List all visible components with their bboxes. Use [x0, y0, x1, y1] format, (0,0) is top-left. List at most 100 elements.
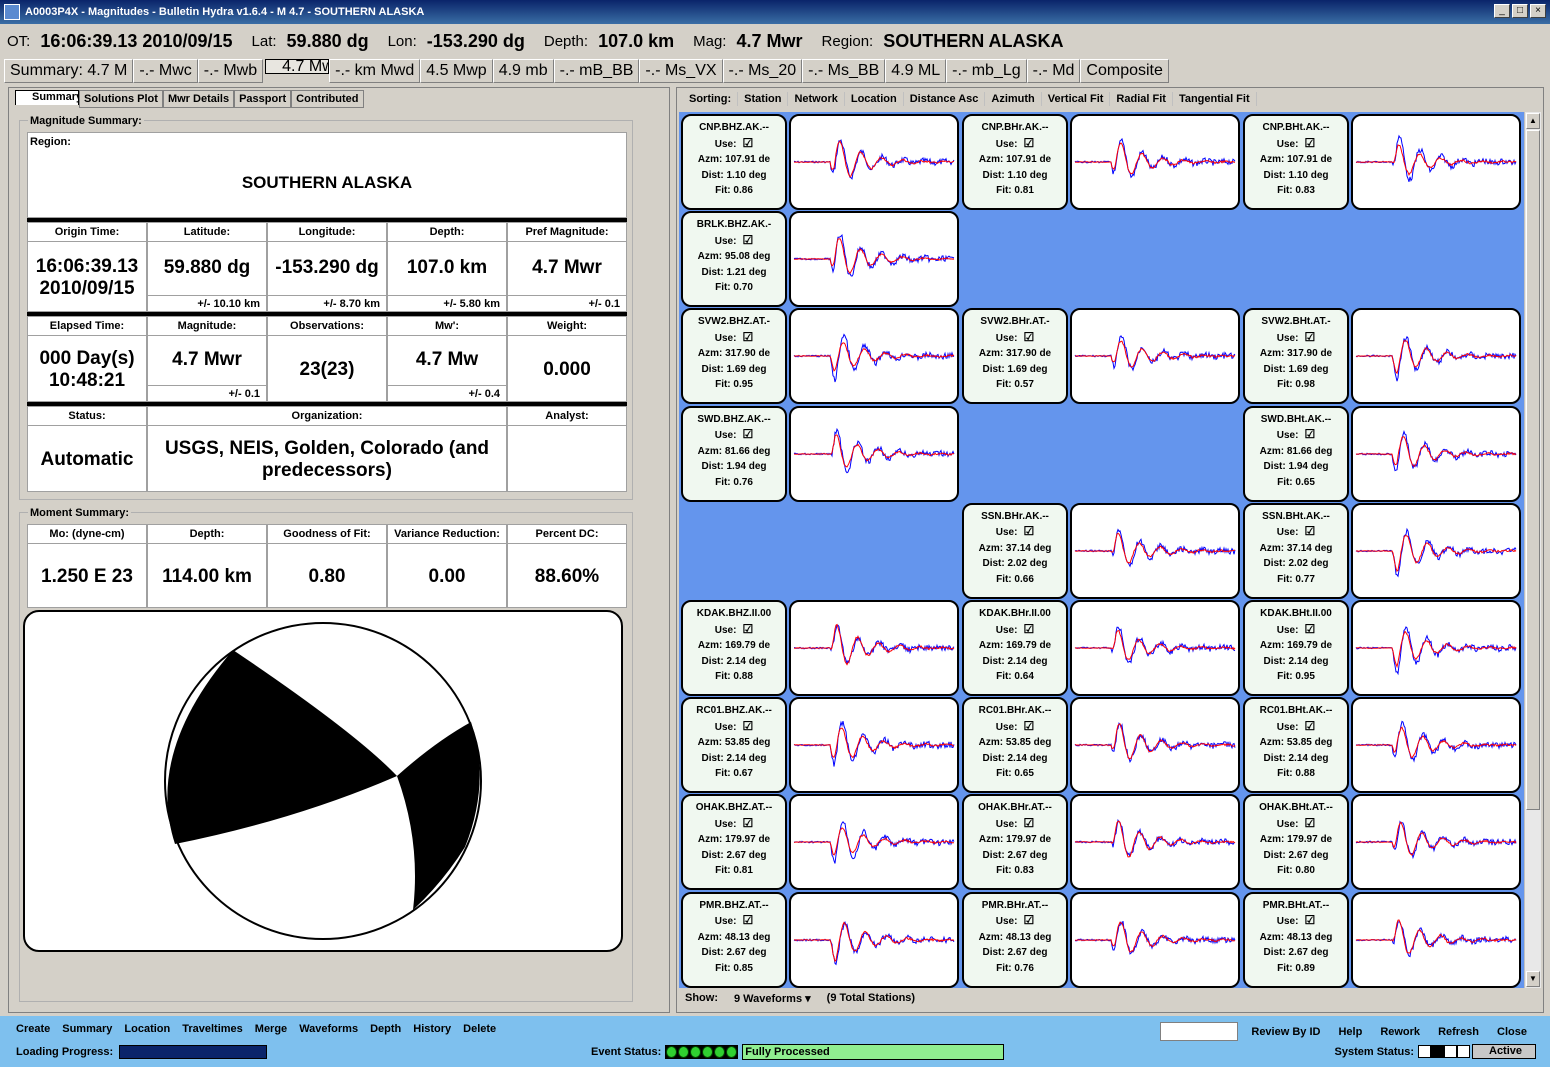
bottom-right-item[interactable]: Help	[1329, 1026, 1371, 1038]
bottom-menu-item[interactable]: Summary	[56, 1022, 118, 1036]
bottom-right-item[interactable]: Close	[1488, 1026, 1536, 1038]
use-checkbox[interactable]: ☑	[1023, 816, 1034, 830]
waveform-plot[interactable]	[789, 114, 959, 210]
magnitude-tab[interactable]: -.- Ms_VX	[639, 59, 723, 83]
station-card[interactable]: KDAK.BHr.II.00 Use: ☑ Azm: 169.79 de Dist: 2…	[962, 600, 1068, 696]
waveform-plot[interactable]	[1351, 891, 1521, 988]
sort-option[interactable]: Network	[788, 92, 845, 106]
use-checkbox[interactable]: ☑	[1304, 524, 1315, 538]
sort-option[interactable]: Location	[845, 92, 904, 106]
station-card[interactable]: OHAK.BHt.AT.-- Use: ☑ Azm: 179.97 de Dist: 2…	[1243, 794, 1349, 891]
bottom-menu-item[interactable]: Create	[10, 1022, 56, 1036]
waveform-plot[interactable]	[789, 794, 959, 891]
station-card[interactable]: SSN.BHt.AK.-- Use: ☑ Azm: 37.14 deg Dist: 2.…	[1243, 502, 1349, 599]
waveform-plot[interactable]	[1070, 308, 1240, 405]
bottom-menu-item[interactable]: Depth	[364, 1022, 407, 1036]
scroll-up-icon[interactable]: ▲	[1526, 113, 1540, 129]
magnitude-tab[interactable]: -.- Ms_20	[722, 59, 803, 83]
use-checkbox[interactable]: ☑	[742, 913, 753, 927]
summary-subtab[interactable]: Summary	[15, 90, 82, 105]
waveforms-dropdown[interactable]: 9 Waveforms ▾	[734, 992, 811, 1005]
station-card[interactable]: SVW2.BHZ.AT.- Use: ☑ Azm: 317.90 de Dist: 1.…	[681, 308, 787, 405]
waveform-plot[interactable]	[789, 891, 959, 988]
use-checkbox[interactable]: ☑	[742, 816, 753, 830]
station-card[interactable]: BRLK.BHZ.AK.- Use: ☑ Azm: 95.08 deg Dist: 1.…	[681, 211, 787, 308]
waveform-plot[interactable]	[1351, 600, 1521, 696]
magnitude-tab[interactable]: -.- mb_Lg	[946, 59, 1027, 83]
use-checkbox[interactable]: ☑	[742, 622, 753, 636]
station-card[interactable]: SVW2.BHt.AT.- Use: ☑ Azm: 317.90 de Dist: 1.…	[1243, 308, 1349, 405]
waveform-plot[interactable]	[1070, 502, 1240, 599]
magnitude-tab[interactable]: 4.5 Mwp	[420, 59, 493, 83]
station-card[interactable]: PMR.BHt.AT.-- Use: ☑ Azm: 48.13 deg Dist: 2.…	[1243, 891, 1349, 988]
magnitude-tab[interactable]: -.- km Mwd	[329, 59, 421, 83]
station-card[interactable]: CNP.BHr.AK.-- Use: ☑ Azm: 107.91 de Dist: 1.…	[962, 114, 1068, 210]
magnitude-tab[interactable]: -.- Ms_BB	[802, 59, 886, 83]
station-card[interactable]: KDAK.BHZ.II.00 Use: ☑ Azm: 169.79 de Dist: 2…	[681, 600, 787, 696]
use-checkbox[interactable]: ☑	[1304, 719, 1315, 733]
sort-option[interactable]: Station	[738, 92, 789, 106]
minimize-button[interactable]: _	[1494, 4, 1510, 18]
bottom-menu-item[interactable]: History	[407, 1022, 457, 1036]
magnitude-tab[interactable]: Composite	[1080, 59, 1169, 83]
waveform-plot[interactable]	[789, 211, 959, 308]
use-checkbox[interactable]: ☑	[1304, 913, 1315, 927]
station-card[interactable]: SVW2.BHr.AT.- Use: ☑ Azm: 317.90 de Dist: 1.…	[962, 308, 1068, 405]
sort-option[interactable]: Azimuth	[985, 92, 1042, 106]
summary-subtab[interactable]: Passport	[234, 90, 292, 108]
bottom-menu-item[interactable]: Traveltimes	[176, 1022, 249, 1036]
waveform-plot[interactable]	[789, 308, 959, 405]
waveform-plot[interactable]	[1070, 891, 1240, 988]
review-id-input[interactable]	[1160, 1022, 1239, 1041]
waveform-plot[interactable]	[789, 697, 959, 794]
use-checkbox[interactable]: ☑	[1304, 136, 1315, 150]
use-checkbox[interactable]: ☑	[1304, 622, 1315, 636]
bottom-menu-item[interactable]: Delete	[457, 1022, 502, 1036]
station-card[interactable]: KDAK.BHt.II.00 Use: ☑ Azm: 169.79 de Dist: 2…	[1243, 600, 1349, 696]
station-card[interactable]: CNP.BHt.AK.-- Use: ☑ Azm: 107.91 de Dist: 1.…	[1243, 114, 1349, 210]
summary-subtab[interactable]: Mwr Details	[162, 90, 235, 108]
use-checkbox[interactable]: ☑	[742, 427, 753, 441]
use-checkbox[interactable]: ☑	[1304, 330, 1315, 344]
magnitude-tab[interactable]: -.- Mwb	[197, 59, 264, 83]
bottom-right-item[interactable]: Refresh	[1429, 1026, 1488, 1038]
close-window-button[interactable]: ×	[1530, 4, 1546, 18]
station-card[interactable]: OHAK.BHZ.AT.-- Use: ☑ Azm: 179.97 de Dist: 2…	[681, 794, 787, 891]
waveform-plot[interactable]	[789, 405, 959, 502]
use-checkbox[interactable]: ☑	[1023, 719, 1034, 733]
station-card[interactable]: PMR.BHZ.AT.-- Use: ☑ Azm: 48.13 deg Dist: 2.…	[681, 891, 787, 988]
use-checkbox[interactable]: ☑	[1023, 136, 1034, 150]
waveform-plot[interactable]	[1351, 794, 1521, 891]
use-checkbox[interactable]: ☑	[1304, 816, 1315, 830]
sort-option[interactable]: Radial Fit	[1110, 92, 1173, 106]
summary-subtab[interactable]: Contributed	[291, 90, 364, 108]
station-card[interactable]: CNP.BHZ.AK.-- Use: ☑ Azm: 107.91 de Dist: 1.…	[681, 114, 787, 210]
waveform-plot[interactable]	[1070, 794, 1240, 891]
scroll-thumb[interactable]	[1526, 130, 1540, 810]
bottom-menu-item[interactable]: Waveforms	[293, 1022, 364, 1036]
magnitude-tab[interactable]: -.- Md	[1026, 59, 1081, 83]
use-checkbox[interactable]: ☑	[742, 330, 753, 344]
use-checkbox[interactable]: ☑	[1023, 330, 1034, 344]
scroll-down-icon[interactable]: ▼	[1526, 971, 1540, 987]
station-card[interactable]: SSN.BHr.AK.-- Use: ☑ Azm: 37.14 deg Dist: 2.…	[962, 502, 1068, 599]
sort-option[interactable]: Tangential Fit	[1173, 92, 1257, 106]
magnitude-tab[interactable]: Summary: 4.7 M	[4, 59, 134, 83]
station-card[interactable]: PMR.BHr.AT.-- Use: ☑ Azm: 48.13 deg Dist: 2.…	[962, 891, 1068, 988]
station-card[interactable]: SWD.BHt.AK.-- Use: ☑ Azm: 81.66 deg Dist: 1.…	[1243, 405, 1349, 502]
magnitude-tab[interactable]: 4.9 mb	[492, 59, 554, 83]
use-checkbox[interactable]: ☑	[1304, 427, 1315, 441]
sort-option[interactable]: Vertical Fit	[1042, 92, 1111, 106]
use-checkbox[interactable]: ☑	[1023, 622, 1034, 636]
bottom-right-item[interactable]: Rework	[1371, 1026, 1429, 1038]
summary-subtab[interactable]: Solutions Plot	[79, 90, 163, 108]
bottom-menu-item[interactable]: Merge	[249, 1022, 293, 1036]
waveform-plot[interactable]	[1351, 405, 1521, 502]
bottom-right-item[interactable]: Review By ID	[1242, 1026, 1329, 1038]
sort-option[interactable]: Distance Asc	[904, 92, 986, 106]
waveform-plot[interactable]	[1351, 114, 1521, 210]
station-card[interactable]: RC01.BHt.AK.-- Use: ☑ Azm: 53.85 deg Dist: 2…	[1243, 697, 1349, 794]
use-checkbox[interactable]: ☑	[742, 136, 753, 150]
station-card[interactable]: SWD.BHZ.AK.-- Use: ☑ Azm: 81.66 deg Dist: 1.…	[681, 405, 787, 502]
use-checkbox[interactable]: ☑	[1023, 913, 1034, 927]
